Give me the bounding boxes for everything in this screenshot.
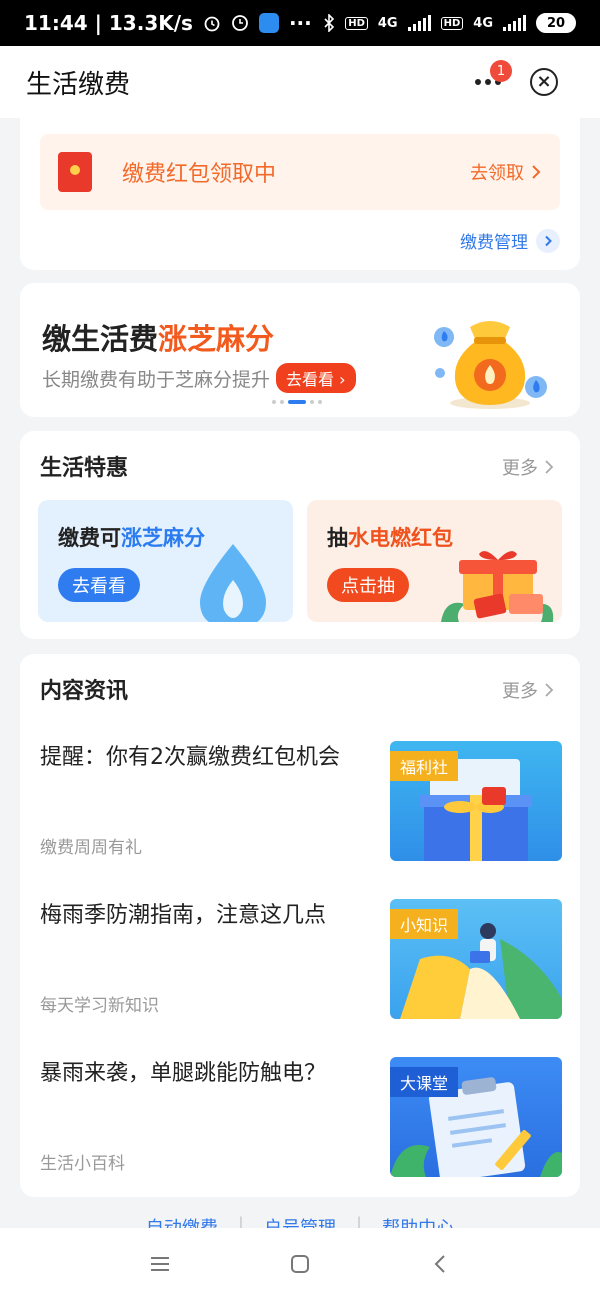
app-notification-icon bbox=[258, 13, 279, 33]
more-menu-button[interactable]: 1 bbox=[460, 58, 516, 106]
battery-level: 20 bbox=[546, 15, 566, 31]
bluetooth-icon bbox=[323, 14, 335, 32]
banner-title-plain: 缴生活费 bbox=[42, 322, 159, 356]
more-label: 更多 bbox=[502, 458, 538, 479]
back-button[interactable] bbox=[420, 1244, 460, 1284]
signal-icon bbox=[407, 15, 431, 31]
life-specials-more-link[interactable]: 更多 bbox=[502, 454, 554, 480]
news-thumbnail: 小知识 bbox=[390, 899, 562, 1019]
status-bar: 11:44 | 13.3K/s ··· HD 4G HD 4G 20 bbox=[0, 0, 600, 46]
tile-text-plain: 抽 bbox=[327, 526, 348, 550]
claim-label: 去领取 bbox=[470, 163, 524, 184]
banner-title: 缴生活费涨芝麻分 bbox=[42, 316, 274, 358]
chevron-right-icon bbox=[545, 460, 554, 474]
banner-title-highlight: 涨芝麻分 bbox=[158, 322, 275, 356]
tile-text: 缴费可涨芝麻分 bbox=[58, 522, 205, 552]
red-packet-promo[interactable]: 缴费红包领取中 去领取 bbox=[40, 134, 560, 210]
payment-card: 缴费红包领取中 去领取 缴费管理 bbox=[20, 118, 580, 270]
news-tag: 大课堂 bbox=[390, 1067, 459, 1097]
back-chevron-icon bbox=[434, 1255, 445, 1273]
carousel-dot-active bbox=[288, 400, 306, 404]
close-icon: × bbox=[530, 68, 558, 96]
home-button[interactable] bbox=[280, 1244, 320, 1284]
payment-manage-link[interactable]: 缴费管理 bbox=[460, 228, 560, 253]
chevron-right-icon bbox=[532, 165, 541, 179]
red-packet-icon bbox=[58, 152, 92, 192]
carousel-dot bbox=[280, 400, 284, 404]
news-item[interactable]: 提醒：你有2次赢缴费红包机会 缴费周周有礼 福利社 bbox=[20, 741, 580, 865]
network-label-2: 4G bbox=[473, 15, 493, 31]
signal-icon-2 bbox=[503, 15, 526, 31]
banner-button[interactable]: 去看看 › bbox=[276, 363, 356, 393]
promo-text: 缴费红包领取中 bbox=[122, 162, 277, 187]
carousel-dot bbox=[272, 400, 276, 404]
battery-icon: 20 bbox=[536, 13, 576, 33]
recent-apps-button[interactable] bbox=[140, 1244, 180, 1284]
carousel-dot bbox=[310, 400, 314, 404]
carousel-indicator bbox=[272, 400, 322, 404]
close-button[interactable]: × bbox=[516, 58, 572, 106]
news-title: 暴雨来袭，单腿跳能防触电？ bbox=[40, 1061, 327, 1086]
life-specials-title: 生活特惠 bbox=[40, 456, 129, 481]
notification-badge: 1 bbox=[490, 60, 512, 82]
news-thumbnail: 福利社 bbox=[390, 741, 562, 861]
water-drop-icon bbox=[200, 544, 266, 622]
news-source: 缴费周周有礼 bbox=[40, 838, 142, 858]
claim-link[interactable]: 去领取 bbox=[470, 159, 542, 185]
chevron-right-icon bbox=[545, 683, 554, 697]
promo-banner[interactable]: 缴生活费涨芝麻分 长期缴费有助于芝麻分提升 去看看 › bbox=[20, 283, 580, 417]
status-time-speed: 11:44 | 13.3K/s bbox=[24, 11, 193, 35]
news-more-link[interactable]: 更多 bbox=[502, 677, 554, 703]
manage-label: 缴费管理 bbox=[460, 233, 528, 253]
sesame-score-tile[interactable]: 缴费可涨芝麻分 去看看 bbox=[38, 500, 293, 622]
more-notifications-icon: ··· bbox=[288, 11, 312, 35]
chevron-circle-icon bbox=[536, 228, 560, 253]
tile-text-plain: 缴费可 bbox=[58, 526, 121, 550]
network-label: 4G bbox=[377, 15, 398, 31]
tile-button[interactable]: 去看看 bbox=[58, 568, 140, 602]
hd-badge-2: HD bbox=[440, 16, 464, 30]
news-item[interactable]: 暴雨来袭，单腿跳能防触电？ 生活小百科 大课堂 bbox=[20, 1057, 580, 1181]
news-item[interactable]: 梅雨季防潮指南，注意这几点 每天学习新知识 小知识 bbox=[20, 899, 580, 1023]
carousel-dot bbox=[318, 400, 322, 404]
news-source: 生活小百科 bbox=[40, 1154, 125, 1174]
utility-red-packet-tile[interactable]: 抽水电燃红包 点击抽 bbox=[307, 500, 562, 622]
banner-subtitle-row: 长期缴费有助于芝麻分提升 去看看 › bbox=[42, 363, 356, 393]
page-title: 生活缴费 bbox=[26, 69, 131, 100]
nav-bar: 生活缴费 1 × bbox=[0, 46, 600, 118]
system-nav-bar bbox=[0, 1228, 600, 1300]
mini-program-capsule: 1 × bbox=[460, 58, 578, 106]
news-card: 内容资讯 更多 提醒：你有2次赢缴费红包机会 缴费周周有礼 福利社 梅雨季防潮指… bbox=[20, 654, 580, 1197]
news-source: 每天学习新知识 bbox=[40, 996, 159, 1016]
banner-subtitle: 长期缴费有助于芝麻分提升 bbox=[42, 368, 271, 391]
life-specials-card: 生活特惠 更多 缴费可涨芝麻分 去看看 抽水电燃红包 点击抽 bbox=[20, 431, 580, 639]
news-title: 提醒：你有2次赢缴费红包机会 bbox=[40, 745, 340, 770]
news-title: 梅雨季防潮指南，注意这几点 bbox=[40, 903, 327, 928]
news-section-title: 内容资讯 bbox=[40, 679, 129, 704]
money-bag-icon bbox=[434, 321, 547, 409]
news-tag: 福利社 bbox=[390, 751, 459, 781]
tile-button[interactable]: 点击抽 bbox=[327, 568, 409, 602]
alarm-icon bbox=[203, 14, 221, 32]
gift-box-icon bbox=[441, 551, 554, 622]
hd-badge: HD bbox=[345, 16, 368, 30]
banner-button-label: 去看看 bbox=[286, 370, 335, 389]
more-label: 更多 bbox=[502, 681, 538, 702]
menu-icon bbox=[151, 1257, 169, 1271]
news-tag: 小知识 bbox=[390, 909, 459, 939]
news-thumbnail: 大课堂 bbox=[390, 1057, 562, 1177]
home-square-icon bbox=[291, 1255, 309, 1273]
clock-icon bbox=[231, 14, 249, 32]
